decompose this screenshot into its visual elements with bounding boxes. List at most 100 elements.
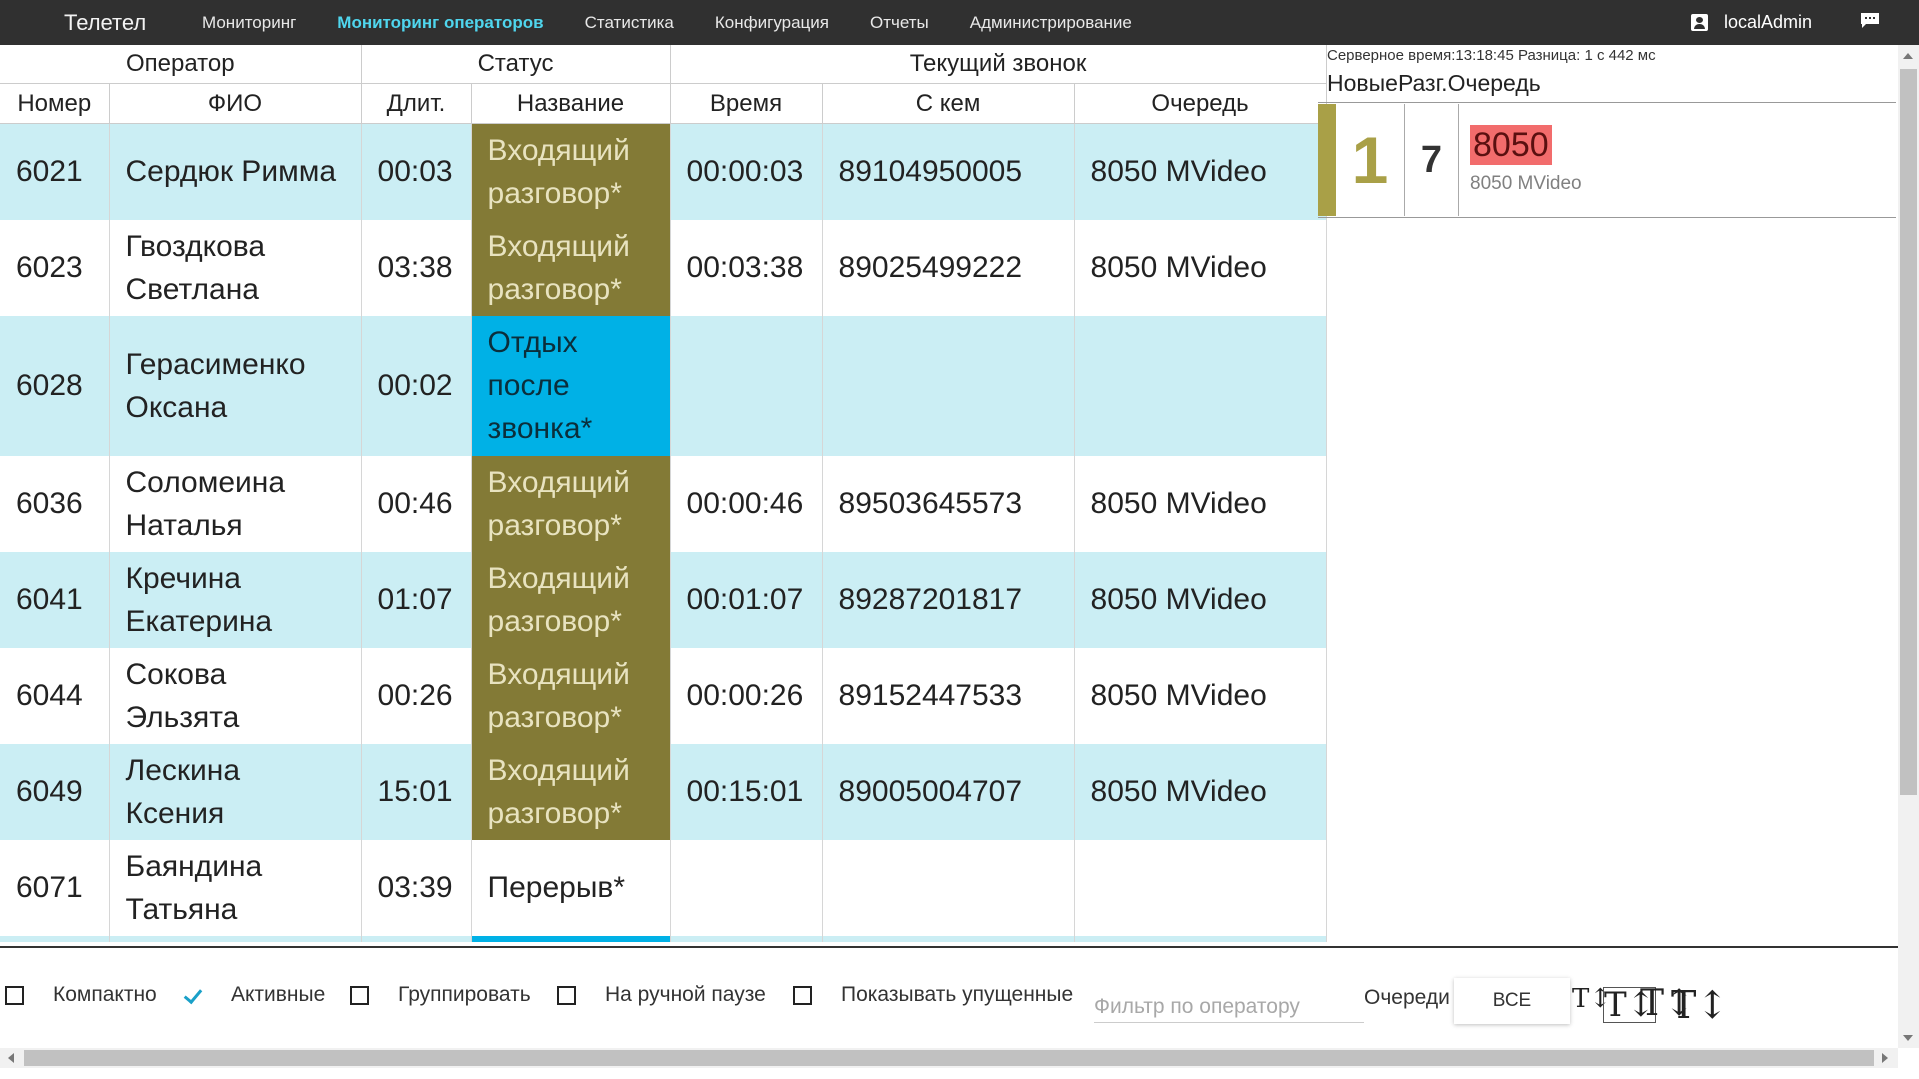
active-checkbox-box[interactable] — [183, 985, 202, 1005]
server-time: Серверное время:13:18:45 Разница: 1 с 44… — [1327, 47, 1656, 64]
cell-duration: 00:03 — [361, 123, 472, 220]
cell-status: Входящий разговор* — [471, 743, 671, 840]
horizontal-scroll-thumb[interactable] — [24, 1050, 1874, 1066]
cell-status-line: разговор* — [487, 508, 622, 542]
user-menu[interactable]: localAdmin — [1691, 0, 1812, 45]
compact-checkbox-label: Компактно — [53, 983, 157, 1006]
queue-card[interactable]: 1 7 8050 8050 MVideo — [1318, 102, 1896, 218]
table-row-partial — [0, 935, 1327, 942]
cell-caller: 89025499222 — [822, 219, 1075, 316]
cell-name-line: Эльзята — [125, 700, 240, 734]
compact-checkbox[interactable]: Компактно — [5, 970, 157, 1020]
column-header-name[interactable]: ФИО — [109, 83, 362, 124]
cell-status-line: Входящий — [487, 753, 630, 787]
cell-queue: 8050 MVideo — [1074, 743, 1327, 840]
horizontal-scrollbar[interactable] — [0, 1048, 1898, 1068]
cell-time: 00:01:07 — [670, 551, 823, 648]
table-row[interactable]: 6049 Лескина Ксения 15:01 Входящий разговор* 0… — [0, 743, 1327, 840]
cell-name: Соломеина Наталья — [109, 455, 362, 552]
cell-status: Входящий разговор* — [471, 647, 671, 744]
cell-name: Сердюк Римма — [109, 123, 362, 220]
cell-caller: 89005004707 — [822, 743, 1075, 840]
table-row[interactable]: 6044 Сокова Эльзята 00:26 Входящий разговор* 0… — [0, 647, 1327, 744]
cell-name-line: Ксения — [125, 796, 225, 830]
operator-filter-input[interactable] — [1094, 992, 1364, 1023]
cell-status-line: разговор* — [487, 272, 622, 306]
cell-partial — [1074, 935, 1327, 942]
queue-new-count: 1 — [1336, 104, 1405, 216]
cell-number: 6028 — [0, 315, 110, 456]
cell-time — [670, 839, 823, 936]
group-header-operator: Оператор — [0, 45, 362, 84]
scroll-right-icon[interactable] — [1882, 1053, 1888, 1063]
cell-name: Кречина Екатерина — [109, 551, 362, 648]
cell-name-line: Гвоздкова — [125, 229, 266, 263]
vertical-scroll-thumb[interactable] — [1900, 69, 1917, 795]
cell-caller: 89152447533 — [822, 647, 1075, 744]
manual-pause-checkbox[interactable]: На ручной паузе — [557, 970, 766, 1020]
vertical-scrollbar[interactable] — [1898, 45, 1919, 1048]
group-checkbox[interactable]: Группировать — [350, 970, 531, 1020]
table-row[interactable]: 6028 Герасименко Оксана 00:02 Отдых после звон… — [0, 315, 1327, 456]
cell-time: 00:00:26 — [670, 647, 823, 744]
cell-number: 6041 — [0, 551, 110, 648]
column-header-duration[interactable]: Длит. — [361, 83, 472, 124]
cell-duration: 03:38 — [361, 219, 472, 316]
cell-status-line: после — [487, 369, 570, 402]
queue-description: 8050 MVideo — [1470, 173, 1582, 194]
nav-item-5[interactable]: Администрирование — [970, 0, 1132, 45]
cell-status-line: Входящий — [487, 657, 630, 691]
cell-caller: 89104950005 — [822, 123, 1075, 220]
cell-name-line: Герасименко — [125, 347, 306, 381]
queues-all-button[interactable]: ВСЕ — [1454, 978, 1570, 1024]
cell-status-line: Входящий — [487, 561, 630, 595]
table-row[interactable]: 6023 Гвоздкова Светлана 03:38 Входящий разгов… — [0, 219, 1327, 316]
cell-duration: 00:02 — [361, 315, 472, 456]
cell-queue: 8050 MVideo — [1074, 551, 1327, 648]
table-bottom-divider — [0, 946, 1898, 948]
manual-pause-checkbox-box[interactable] — [557, 985, 576, 1005]
group-checkbox-box[interactable] — [350, 985, 369, 1005]
scroll-down-icon[interactable] — [1903, 1035, 1913, 1041]
cell-duration: 15:01 — [361, 743, 472, 840]
cell-name-line: Светлана — [125, 272, 259, 306]
nav-item-2[interactable]: Статистика — [585, 0, 674, 45]
show-missed-checkbox-box[interactable] — [793, 985, 812, 1005]
cell-status-line: Входящий — [487, 229, 630, 263]
nav-item-1[interactable]: Мониторинг операторов — [337, 0, 543, 45]
cell-name-line: Баяндина — [125, 849, 263, 883]
column-header-queue[interactable]: Очередь — [1074, 83, 1327, 124]
column-header-number[interactable]: Номер — [0, 83, 110, 124]
compact-checkbox-box[interactable] — [5, 985, 24, 1005]
table-row[interactable]: 6036 Соломеина Наталья 00:46 Входящий разгово… — [0, 455, 1327, 552]
chat-icon[interactable] — [1860, 12, 1880, 29]
scroll-up-icon[interactable] — [1903, 53, 1913, 59]
cell-status: Входящий разговор* — [471, 455, 671, 552]
show-missed-checkbox[interactable]: Показывать упущенные — [793, 970, 1073, 1020]
scroll-left-icon[interactable] — [8, 1053, 14, 1063]
operators-table: Оператор Статус Текущий звонок Номер ФИО… — [0, 45, 1327, 942]
cell-name-line: Соломеина — [125, 465, 286, 499]
cell-name-line: Татьяна — [125, 892, 238, 926]
nav-item-3[interactable]: Конфигурация — [715, 0, 829, 45]
cell-name-line: Кречина — [125, 561, 242, 595]
font-size-xlarge-icon[interactable]: T↕ — [1671, 986, 1728, 1024]
cell-queue: 8050 MVideo — [1074, 123, 1327, 220]
cell-status-line: разговор* — [487, 796, 622, 830]
cell-queue — [1074, 839, 1327, 936]
nav-item-0[interactable]: Мониторинг — [202, 0, 296, 45]
table-row[interactable]: 6071 Баяндина Татьяна 03:39 Перерыв* — [0, 839, 1327, 936]
cell-partial — [670, 935, 823, 942]
column-header-time[interactable]: Время — [670, 83, 823, 124]
table-row[interactable]: 6021 Сердюк Римма 00:03 Входящий разговор* 00… — [0, 123, 1327, 220]
cell-time: 00:15:01 — [670, 743, 823, 840]
column-header-caller[interactable]: С кем — [822, 83, 1075, 124]
brand-logo[interactable]: Телетел — [64, 0, 146, 45]
cell-queue: 8050 MVideo — [1074, 455, 1327, 552]
table-row[interactable]: 6041 Кречина Екатерина 01:07 Входящий разгово… — [0, 551, 1327, 648]
nav-item-4[interactable]: Отчеты — [870, 0, 929, 45]
user-account-icon — [1691, 14, 1708, 31]
cell-name-line: Сокова — [125, 657, 227, 691]
active-checkbox[interactable]: Активные — [183, 970, 325, 1020]
column-header-status-name[interactable]: Название — [471, 83, 671, 124]
